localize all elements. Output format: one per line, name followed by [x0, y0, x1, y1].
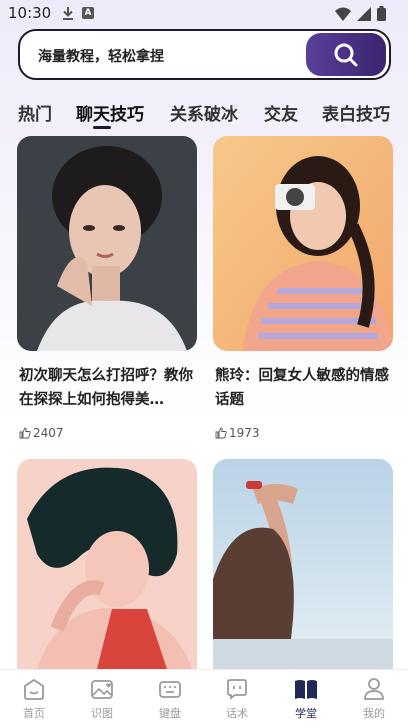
home-icon [24, 678, 44, 700]
like-count-value: 2407 [33, 426, 64, 440]
nav-label: 识图 [91, 707, 113, 720]
tab-indicator [93, 126, 111, 129]
article-title[interactable]: 初次聊天怎么打招呼？教你在探探上如何抱得美… [19, 364, 197, 412]
bottom-navigation: 首页 识图 键盘 话术 学堂 我的 [0, 669, 408, 727]
thumbs-up-icon [215, 427, 227, 439]
search-bar[interactable]: 海量教程，轻松拿捏 [18, 29, 391, 80]
status-system [335, 6, 386, 21]
status-notifications: A [62, 6, 94, 20]
nav-keyboard[interactable]: 键盘 [145, 676, 195, 721]
nav-label: 首页 [23, 707, 45, 720]
article-title[interactable]: 熊玲：回复女人敏感的情感话题 [215, 364, 393, 412]
article-card[interactable] [17, 459, 197, 669]
chat-icon [227, 679, 247, 700]
nav-academy[interactable]: 学堂 [281, 676, 331, 721]
nav-home[interactable]: 首页 [9, 676, 59, 721]
search-icon [334, 43, 358, 66]
battery-icon [377, 6, 386, 21]
article-card[interactable]: 初次聊天怎么打招呼？教你在探探上如何抱得美… 2407 [17, 136, 197, 446]
tab-dating[interactable]: 交友 [264, 100, 298, 125]
wifi-icon [335, 7, 351, 21]
tab-hot[interactable]: 热门 [18, 100, 52, 125]
nav-scripts[interactable]: 话术 [212, 676, 262, 721]
tab-confession[interactable]: 表白技巧 [322, 100, 390, 125]
nav-profile[interactable]: 我的 [349, 676, 399, 721]
nav-label: 我的 [363, 707, 385, 720]
signal-icon [357, 6, 371, 21]
search-button[interactable] [306, 33, 386, 76]
keyboard-icon [159, 681, 181, 698]
nav-label: 键盘 [159, 707, 181, 720]
tab-icebreak[interactable]: 关系破冰 [170, 100, 238, 125]
book-icon [295, 680, 317, 699]
status-time: 10:30 [8, 4, 52, 22]
download-icon [63, 7, 73, 20]
like-count: 2407 [19, 426, 64, 440]
like-count: 1973 [215, 426, 260, 440]
nav-label: 学堂 [295, 707, 317, 720]
article-thumbnail[interactable] [17, 459, 197, 669]
app-badge-icon: A [82, 7, 94, 19]
article-card[interactable]: 熊玲：回复女人敏感的情感话题 1973 [213, 136, 393, 446]
nav-image-recognition[interactable]: 识图 [77, 676, 127, 721]
article-thumbnail[interactable] [213, 136, 393, 351]
article-thumbnail[interactable] [213, 459, 393, 669]
tab-chat-skills[interactable]: 聊天技巧 [76, 100, 144, 125]
search-input[interactable]: 海量教程，轻松拿捏 [38, 46, 164, 66]
nav-label: 话术 [226, 707, 248, 720]
article-card[interactable] [213, 459, 393, 669]
like-count-value: 1973 [229, 426, 260, 440]
thumbs-up-icon [19, 427, 31, 439]
status-bar: 10:30 A [0, 0, 408, 28]
image-heart-icon [91, 680, 113, 699]
category-tabs: 热门 聊天技巧 关系破冰 交友 表白技巧 [0, 96, 408, 132]
profile-icon [364, 678, 384, 700]
article-thumbnail[interactable] [17, 136, 197, 351]
